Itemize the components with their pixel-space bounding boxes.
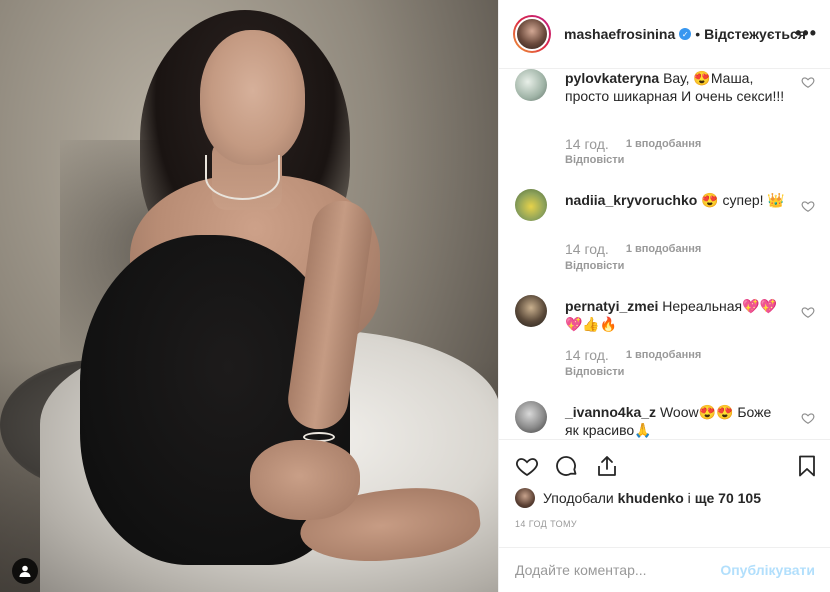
more-options-icon[interactable]: ••• [795,24,817,42]
like-comment-heart-icon[interactable] [801,305,815,319]
comment-meta: 14 год. 1 вподобання [565,136,701,152]
post-side-panel: mashaefrosinina ✓ • Відстежується ••• py… [498,0,830,592]
post-actions: Уподобали khudenko і ще 70 105 14 ГОД ТО… [499,439,830,547]
comment-meta: 14 год. 1 вподобання [565,241,701,257]
liker-avatar[interactable] [515,488,535,508]
commenter-username[interactable]: nadiia_kryvoruchko [565,192,697,208]
comment-body: pylovkateryna Вау, 😍Маша, просто шикарна… [565,69,787,105]
post-timestamp[interactable]: 14 ГОД ТОМУ [515,519,577,529]
comment-body: nadiia_kryvoruchko 😍 супер! 👑 [565,191,787,209]
commenter-avatar[interactable] [515,189,547,221]
reply-button[interactable]: Відповісти [565,366,624,378]
reply-button[interactable]: Відповісти [565,154,624,166]
commenter-username[interactable]: _ivanno4ka_z [565,404,656,420]
likes-count[interactable]: ще 70 105 [695,490,761,506]
publish-button[interactable]: Опублікувати [720,562,815,578]
photo-hand [250,440,360,520]
comment-body: pernatyi_zmei Нереальная💖💖💖👍🔥 [565,297,787,333]
comment-likes[interactable]: 1 вподобання [626,349,701,361]
comments-list[interactable]: pylovkateryna Вау, 😍Маша, просто шикарна… [499,69,830,439]
likes-prefix: Уподобали [543,490,614,506]
comment-likes[interactable]: 1 вподобання [626,138,701,150]
liker-username[interactable]: khudenko [618,490,684,506]
author-username[interactable]: mashaefrosinina [564,26,675,42]
post-header: mashaefrosinina ✓ • Відстежується ••• [499,0,830,69]
instagram-post-modal: mashaefrosinina ✓ • Відстежується ••• py… [0,0,830,592]
commenter-username[interactable]: pylovkateryna [565,70,659,86]
likes-summary: Уподобали khudenko і ще 70 105 [515,488,761,508]
like-heart-icon[interactable] [515,454,539,478]
comment-time: 14 год. [565,241,609,257]
commenter-avatar[interactable] [515,69,547,101]
following-button[interactable]: Відстежується [704,26,806,42]
author-avatar[interactable] [513,15,551,53]
commenter-username[interactable]: pernatyi_zmei [565,298,658,314]
share-icon[interactable] [595,454,619,478]
reply-button[interactable]: Відповісти [565,260,624,272]
add-comment-bar: Опублікувати [499,547,830,592]
user-tag-icon[interactable] [12,558,38,584]
commenter-avatar[interactable] [515,295,547,327]
save-bookmark-icon[interactable] [795,454,819,478]
commenter-avatar[interactable] [515,401,547,433]
like-comment-heart-icon[interactable] [801,75,815,89]
comment-bubble-icon[interactable] [555,454,579,478]
verified-badge-icon: ✓ [679,28,692,40]
comment-meta: 14 год. 1 вподобання [565,347,701,363]
comment-body: _ivanno4ka_z Woow😍😍 Боже як красиво🙏 [565,403,787,439]
post-photo[interactable] [0,0,498,592]
photo-necklace [205,155,280,200]
comment-likes[interactable]: 1 вподобання [626,243,701,255]
photo-face [200,30,305,165]
like-comment-heart-icon[interactable] [801,199,815,213]
comment-text: 😍 супер! 👑 [701,192,785,208]
comment-time: 14 год. [565,136,609,152]
comment-time: 14 год. [565,347,609,363]
header-separator: • [695,26,701,42]
like-comment-heart-icon[interactable] [801,411,815,425]
likes-conjunction: і [687,490,691,506]
comment-input[interactable] [515,562,721,578]
